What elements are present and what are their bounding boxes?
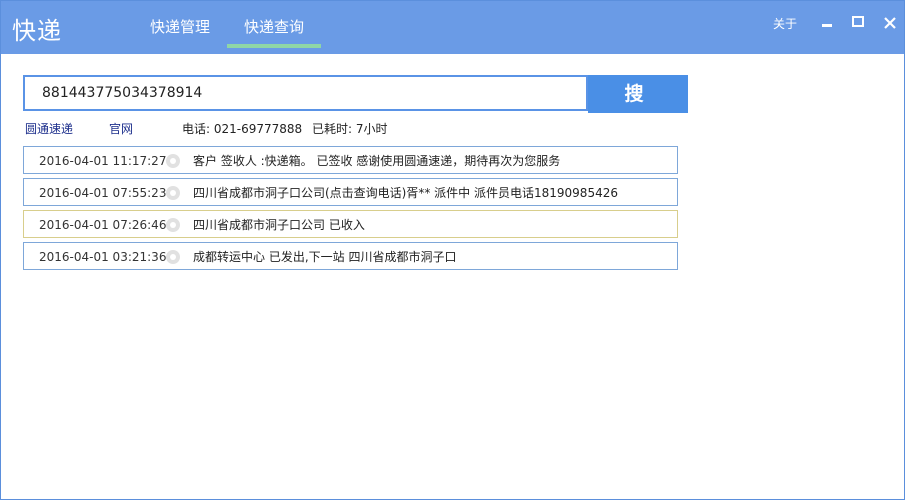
tracking-description: 四川省成都市洞子口公司(点击查询电话)胥** 派件中 派件员电话18190985… [193, 186, 618, 200]
elapsed-time: 已耗时: 7小时 [312, 122, 388, 136]
courier-company-link[interactable]: 圆通速递 [25, 121, 73, 137]
title-bar: 快递 快递管理 快递查询 关于 [1, 1, 904, 54]
status-dot-icon [166, 218, 180, 232]
tracking-row: 2016-04-01 07:26:46 四川省成都市洞子口公司 已收入 [23, 210, 678, 238]
tracking-time: 2016-04-01 07:55:23 [39, 186, 167, 200]
status-dot-icon [166, 250, 180, 264]
maximize-icon[interactable] [849, 13, 867, 33]
courier-phone: 电话: 021-69777888 [182, 122, 303, 136]
close-icon-glyph [884, 17, 896, 29]
tracking-time: 2016-04-01 07:26:46 [39, 218, 167, 232]
app-title: 快递 [12, 17, 62, 45]
tracking-description: 成都转运中心 已发出,下一站 四川省成都市洞子口 [193, 250, 457, 264]
tracking-time: 2016-04-01 03:21:36 [39, 250, 167, 264]
tracking-row: 2016-04-01 03:21:36 成都转运中心 已发出,下一站 四川省成都… [23, 242, 678, 270]
tracking-number-input[interactable] [23, 75, 588, 111]
tracking-row: 2016-04-01 07:55:23 四川省成都市洞子口公司(点击查询电话)胥… [23, 178, 678, 206]
search-button[interactable]: 搜 索 [588, 75, 688, 143]
close-icon[interactable] [881, 13, 899, 33]
tab-express-management[interactable]: 快递管理 [146, 15, 214, 49]
official-website-link[interactable]: 官网 [109, 121, 133, 137]
status-dot-icon [166, 154, 180, 168]
about-link[interactable]: 关于 [773, 15, 797, 33]
tracking-list: 2016-04-01 11:17:27 客户 签收人 :快递箱。 已签收 感谢使… [23, 146, 678, 274]
tracking-time: 2016-04-01 11:17:27 [39, 154, 167, 168]
status-dot-icon [166, 186, 180, 200]
tracking-description: 四川省成都市洞子口公司 已收入 [193, 218, 365, 232]
active-tab-indicator [227, 44, 321, 48]
tracking-description: 客户 签收人 :快递箱。 已签收 感谢使用圆通速递，期待再次为您服务 [193, 154, 561, 168]
app-window: 快递 快递管理 快递查询 关于 搜 索 圆通速递 官网 电话: 021-6977… [0, 0, 905, 500]
tracking-row: 2016-04-01 11:17:27 客户 签收人 :快递箱。 已签收 感谢使… [23, 146, 678, 174]
minimize-icon[interactable] [819, 13, 837, 33]
